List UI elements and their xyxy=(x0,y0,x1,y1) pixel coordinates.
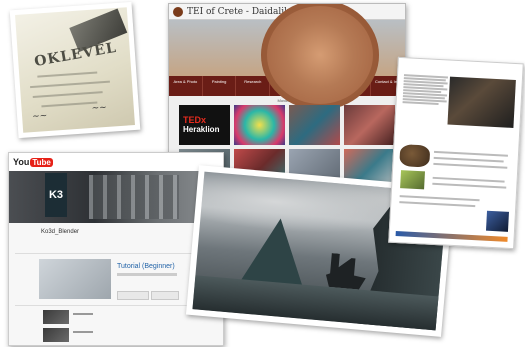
text-line xyxy=(30,80,110,89)
video-action-button[interactable] xyxy=(151,291,179,300)
certificate-photo: OKLEVÉL ~~ ~~ xyxy=(9,1,141,139)
video-thumb[interactable] xyxy=(289,105,340,145)
channel-banner: K3 xyxy=(9,171,223,223)
text-line xyxy=(41,101,98,108)
illustration-image xyxy=(485,210,509,232)
video-title[interactable]: Tutorial (Beginner) xyxy=(117,263,175,270)
video-meta xyxy=(117,273,177,276)
tedx-label: TEDx xyxy=(183,115,207,125)
pirate-ship xyxy=(325,253,368,290)
banner-architecture xyxy=(89,175,179,219)
text-line xyxy=(37,71,98,78)
video-thumb[interactable] xyxy=(344,105,395,145)
nav-item[interactable]: Painting xyxy=(203,76,237,96)
video-thumb[interactable]: TEDx Heraklion xyxy=(179,105,230,145)
playlist-item-text xyxy=(73,331,93,333)
text-line xyxy=(32,91,103,99)
text-line xyxy=(432,176,505,183)
video-thumb[interactable] xyxy=(234,105,285,145)
illustration-image xyxy=(400,170,425,190)
signature-mark: ~~ xyxy=(31,111,48,123)
video-thumbnail[interactable] xyxy=(39,259,111,299)
signature-mark: ~~ xyxy=(91,102,108,114)
channel-name[interactable]: Ko3d_Blender xyxy=(9,223,223,243)
article-document-page xyxy=(388,56,524,250)
youtube-header: You Tube xyxy=(9,153,223,171)
text-line xyxy=(433,162,508,169)
playlist-thumbnail[interactable] xyxy=(43,328,69,342)
text-line xyxy=(399,201,476,208)
video-action-button[interactable] xyxy=(117,291,149,300)
text-line xyxy=(433,150,508,157)
youtube-logo[interactable]: You Tube xyxy=(13,157,53,167)
text-line xyxy=(399,195,480,202)
document-footer-bar xyxy=(395,230,508,242)
tedx-logo: TEDx Heraklion xyxy=(183,115,219,134)
phaistos-disk-image xyxy=(261,4,379,110)
youtube-logo-badge: Tube xyxy=(30,157,53,167)
nav-item[interactable]: Research xyxy=(236,76,271,96)
site-logo-icon xyxy=(173,6,183,17)
playlist-thumbnail[interactable] xyxy=(43,310,69,324)
playlist-item-text xyxy=(73,313,93,315)
certificate-paper: OKLEVÉL ~~ ~~ xyxy=(15,7,135,133)
divider xyxy=(15,253,217,254)
text-line xyxy=(433,156,504,163)
youtube-logo-text: You xyxy=(13,157,30,167)
channel-logo: K3 xyxy=(45,173,67,217)
nav-item[interactable]: Area & Photo xyxy=(169,76,203,96)
text-line xyxy=(432,182,507,189)
software-screenshot xyxy=(447,76,516,128)
illustration-image xyxy=(399,144,431,168)
tedx-city: Heraklion xyxy=(183,125,220,134)
site-banner xyxy=(169,4,405,110)
